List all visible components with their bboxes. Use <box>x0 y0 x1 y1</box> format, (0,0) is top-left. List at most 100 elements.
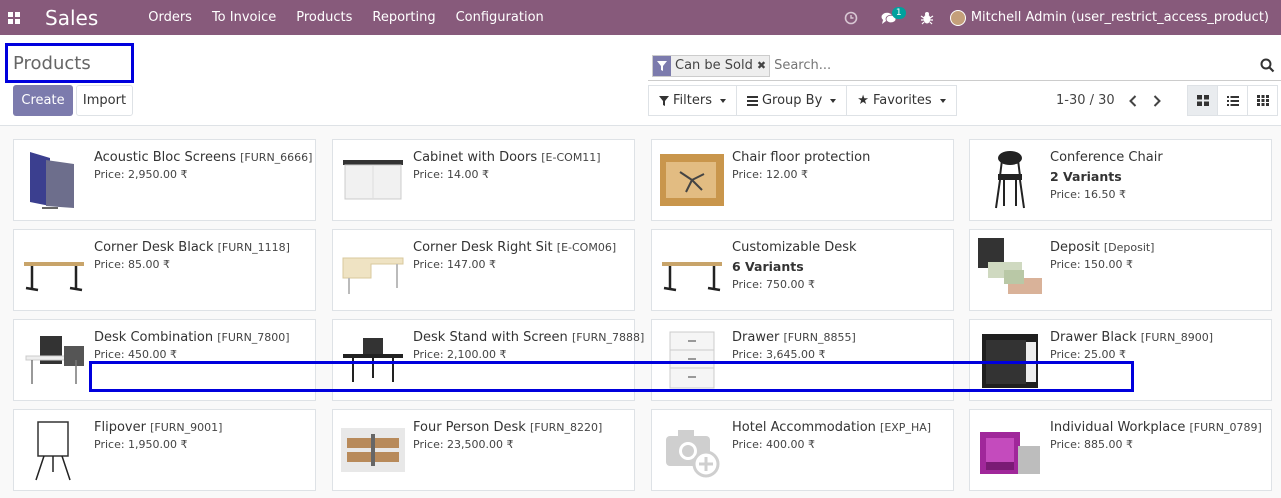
list-view-icon[interactable] <box>1217 85 1248 116</box>
user-menu[interactable]: Mitchell Admin (user_restrict_access_pro… <box>946 9 1281 26</box>
product-price: Price: 85.00 ₹ <box>94 258 171 271</box>
product-name: Individual Workplace [FURN_0789] <box>1050 420 1262 435</box>
product-card[interactable]: Corner Desk Black [FURN_1118] Price: 85.0… <box>13 229 316 311</box>
product-price: Price: 150.00 ₹ <box>1050 258 1134 271</box>
desk-combo-icon <box>22 328 86 392</box>
product-code: [EXP_HA] <box>880 421 932 434</box>
product-name-text: Desk Combination <box>94 330 214 345</box>
groupby-dropdown[interactable]: Group By <box>735 85 848 116</box>
search-icon[interactable] <box>1260 58 1275 77</box>
debug-bug-icon[interactable] <box>908 0 946 35</box>
product-code: [FURN_8855] <box>783 331 856 344</box>
chat-badge: 1 <box>891 7 906 19</box>
floor-mat-icon <box>660 148 724 212</box>
product-price: Price: 23,500.00 ₹ <box>413 438 514 451</box>
app-brand[interactable]: Sales <box>45 6 98 30</box>
highlight-box-title <box>5 43 134 83</box>
product-code: [Deposit] <box>1103 241 1155 254</box>
pager-previous-icon[interactable] <box>1127 94 1139 108</box>
corner-desk-icon <box>341 238 405 302</box>
product-card[interactable]: Customizable Desk 6 Variants Price: 750.00… <box>651 229 954 311</box>
product-code: [FURN_6666] <box>240 151 313 164</box>
apps-menu-icon[interactable] <box>0 0 28 35</box>
product-card[interactable]: Individual Workplace [FURN_0789] Price: 8… <box>969 409 1272 491</box>
search-input[interactable] <box>774 58 1255 73</box>
product-name: Corner Desk Right Sit [E-COM06] <box>413 240 616 255</box>
product-name-text: Customizable Desk <box>732 240 857 255</box>
chair-icon <box>978 148 1042 212</box>
product-card[interactable]: Four Person Desk [FURN_8220] Price: 23,50… <box>332 409 635 491</box>
product-name-text: Corner Desk Right Sit <box>413 240 553 255</box>
facet-remove-icon[interactable]: ✖ <box>757 56 769 76</box>
desk-icon <box>22 238 86 302</box>
product-card[interactable]: Chair floor protection Price: 12.00 ₹ <box>651 139 954 221</box>
import-button[interactable]: Import <box>76 85 133 116</box>
product-name-text: Individual Workplace <box>1050 420 1186 435</box>
filter-icon <box>653 55 671 76</box>
product-name-text: Flipover <box>94 420 146 435</box>
menu-orders[interactable]: Orders <box>138 0 202 35</box>
product-name: Deposit [Deposit] <box>1050 240 1154 255</box>
product-name-text: Desk Stand with Screen <box>413 330 568 345</box>
product-price: Price: 750.00 ₹ <box>732 278 816 291</box>
search-bar: Can be Sold ✖ <box>648 51 1281 81</box>
menu-reporting[interactable]: Reporting <box>362 0 445 35</box>
cabinet-icon <box>341 148 405 212</box>
product-code: [FURN_7800] <box>217 331 290 344</box>
product-card[interactable]: Deposit [Deposit] Price: 150.00 ₹ <box>969 229 1272 311</box>
product-name-text: Four Person Desk <box>413 420 526 435</box>
product-price: Price: 3,645.00 ₹ <box>732 348 826 361</box>
product-code: [FURN_1118] <box>217 241 290 254</box>
menu-configuration[interactable]: Configuration <box>446 0 554 35</box>
acoustic-screen-icon <box>22 148 86 212</box>
favorites-dropdown[interactable]: ★ Favorites <box>846 85 957 116</box>
product-name: Corner Desk Black [FURN_1118] <box>94 240 290 255</box>
main-menu: Orders To Invoice Products Reporting Con… <box>138 0 554 35</box>
product-name-text: Deposit <box>1050 240 1100 255</box>
product-card[interactable]: Flipover [FURN_9001] Price: 1,950.00 ₹ <box>13 409 316 491</box>
product-name: Chair floor protection <box>732 150 870 165</box>
product-card[interactable]: Hotel Accommodation [EXP_HA] Price: 400.0… <box>651 409 954 491</box>
view-switcher <box>1187 85 1278 116</box>
product-card[interactable]: Acoustic Bloc Screens [FURN_6666] Price: … <box>13 139 316 221</box>
filters-dropdown[interactable]: Filters <box>648 85 737 116</box>
product-name-text: Drawer <box>732 330 780 345</box>
product-variants: 6 Variants <box>732 259 804 274</box>
product-name-text: Drawer Black <box>1050 330 1137 345</box>
product-name-text: Cabinet with Doors <box>413 150 538 165</box>
product-name: Four Person Desk [FURN_8220] <box>413 420 602 435</box>
pager-value[interactable]: 1-30 / 30 <box>1056 93 1115 108</box>
product-price: Price: 400.00 ₹ <box>732 438 816 451</box>
create-button[interactable]: Create <box>13 85 73 116</box>
product-name: Desk Stand with Screen [FURN_7888] <box>413 330 644 345</box>
product-price: Price: 885.00 ₹ <box>1050 438 1134 451</box>
product-code: [FURN_7888] <box>571 331 645 344</box>
top-navbar: Sales Orders To Invoice Products Reporti… <box>0 0 1281 35</box>
product-name: Customizable Desk <box>732 240 857 255</box>
product-price: Price: 1,950.00 ₹ <box>94 438 188 451</box>
pivot-view-icon[interactable] <box>1247 85 1278 116</box>
product-card[interactable]: Corner Desk Right Sit [E-COM06] Price: 14… <box>332 229 635 311</box>
pager-next-icon[interactable] <box>1151 94 1163 108</box>
product-card[interactable]: Conference Chair 2 Variants Price: 16.50 ₹ <box>969 139 1272 221</box>
product-price: Price: 450.00 ₹ <box>94 348 178 361</box>
product-price: Price: 147.00 ₹ <box>413 258 497 271</box>
chat-icon[interactable]: 1 <box>870 0 908 35</box>
product-name-text: Conference Chair <box>1050 150 1163 165</box>
product-code: [FURN_8900] <box>1140 331 1214 344</box>
product-name: Flipover [FURN_9001] <box>94 420 222 435</box>
filters-label: Filters <box>673 93 712 108</box>
groupby-label: Group By <box>761 93 823 108</box>
product-card[interactable]: Cabinet with Doors [E-COM11] Price: 14.00… <box>332 139 635 221</box>
product-name-text: Acoustic Bloc Screens <box>94 150 236 165</box>
product-price: Price: 25.00 ₹ <box>1050 348 1127 361</box>
control-panel: Products Create Import Can be Sold ✖ Fil… <box>0 35 1281 126</box>
activity-clock-icon[interactable] <box>832 0 870 35</box>
star-icon: ★ <box>857 93 869 108</box>
product-name: Drawer [FURN_8855] <box>732 330 856 345</box>
office-desks-icon <box>341 418 405 482</box>
menu-products[interactable]: Products <box>286 0 362 35</box>
product-name: Conference Chair <box>1050 150 1163 165</box>
kanban-view-icon[interactable] <box>1187 85 1218 116</box>
menu-to-invoice[interactable]: To Invoice <box>202 0 286 35</box>
